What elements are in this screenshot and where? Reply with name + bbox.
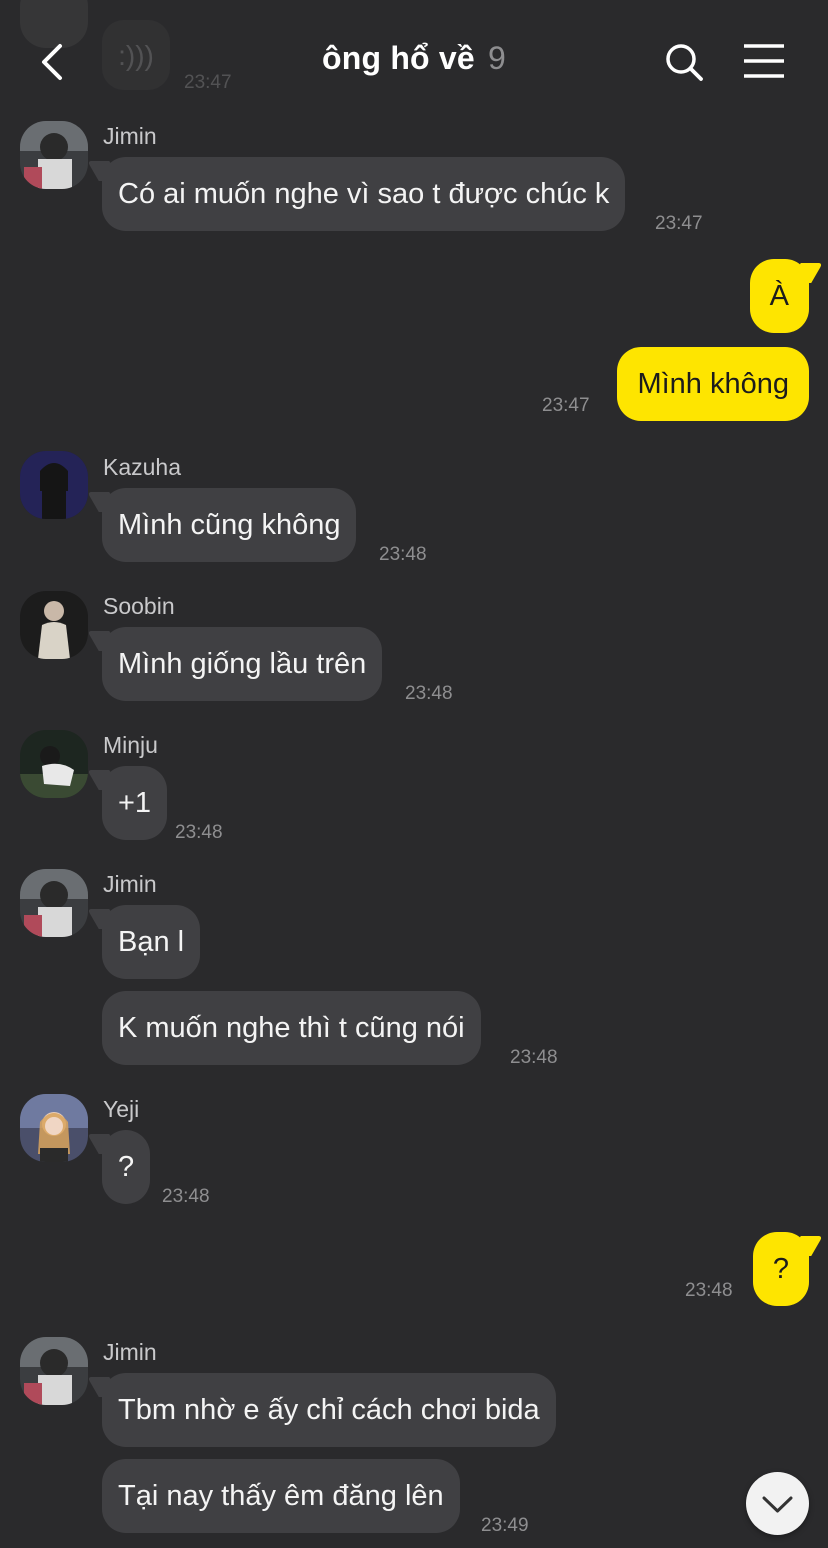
message-bubble[interactable]: ? — [102, 1130, 151, 1204]
avatar[interactable] — [20, 730, 88, 798]
message-bubble[interactable]: K muốn nghe thì t cũng nói — [102, 991, 481, 1065]
chevron-left-icon — [42, 44, 62, 80]
my-message-bubble[interactable]: ? — [752, 1232, 809, 1306]
sender-name: Kazuha — [103, 454, 182, 480]
avatar[interactable] — [20, 451, 88, 519]
sender-name: Soobin — [103, 593, 175, 619]
member-count: 9 — [488, 40, 506, 76]
chevron-down-icon — [762, 1496, 793, 1513]
my-message-bubble[interactable]: À — [749, 259, 809, 333]
message-bubble[interactable]: Mình giống lầu trên — [102, 627, 383, 701]
menu-button[interactable] — [742, 42, 786, 82]
message-time: 23:48 — [175, 822, 223, 843]
message-bubble[interactable]: Mình cũng không — [102, 488, 357, 562]
message-time: 23:48 — [405, 683, 453, 704]
hamburger-menu-icon — [744, 44, 784, 78]
message-time: 23:48 — [162, 1186, 210, 1207]
message-time: 23:48 — [510, 1047, 558, 1068]
message-time: 23:48 — [379, 544, 427, 565]
message-bubble: :))) — [102, 20, 170, 90]
message-bubble[interactable]: +1 — [102, 766, 168, 840]
sender-name: Yeji — [103, 1096, 140, 1122]
search-button[interactable] — [662, 40, 706, 84]
message-time: 23:49 — [481, 1515, 529, 1536]
message-time: 23:47 — [542, 395, 590, 416]
chat-title[interactable]: ông hổ về 9 — [214, 40, 614, 77]
avatar[interactable] — [20, 121, 88, 189]
avatar[interactable] — [20, 1094, 88, 1162]
message-bubble[interactable]: Tại nay thấy êm đăng lên — [102, 1459, 460, 1533]
message-bubble[interactable]: Bạn l — [102, 905, 201, 979]
sender-name: Jimin — [103, 1339, 157, 1365]
sender-name: Minju — [103, 732, 158, 758]
chat-header: :))) 23:47 ông hổ về 9 — [0, 0, 828, 120]
search-icon — [666, 44, 703, 81]
avatar[interactable] — [20, 869, 88, 937]
sender-name: Jimin — [103, 123, 157, 149]
message-time: 23:48 — [685, 1280, 733, 1301]
avatar[interactable] — [20, 1337, 88, 1405]
back-button[interactable] — [30, 40, 74, 84]
my-message-bubble[interactable]: Mình không — [617, 347, 809, 421]
message-bubble[interactable]: Tbm nhờ e ấy chỉ cách chơi bida — [102, 1373, 556, 1447]
sender-name: Jimin — [103, 871, 157, 897]
message-time: 23:47 — [655, 213, 703, 234]
scroll-to-bottom-button[interactable] — [746, 1472, 809, 1535]
chat-name: ông hổ về — [321, 40, 475, 76]
message-bubble[interactable]: Có ai muốn nghe vì sao t được chúc k — [102, 157, 626, 231]
avatar[interactable] — [20, 591, 88, 659]
